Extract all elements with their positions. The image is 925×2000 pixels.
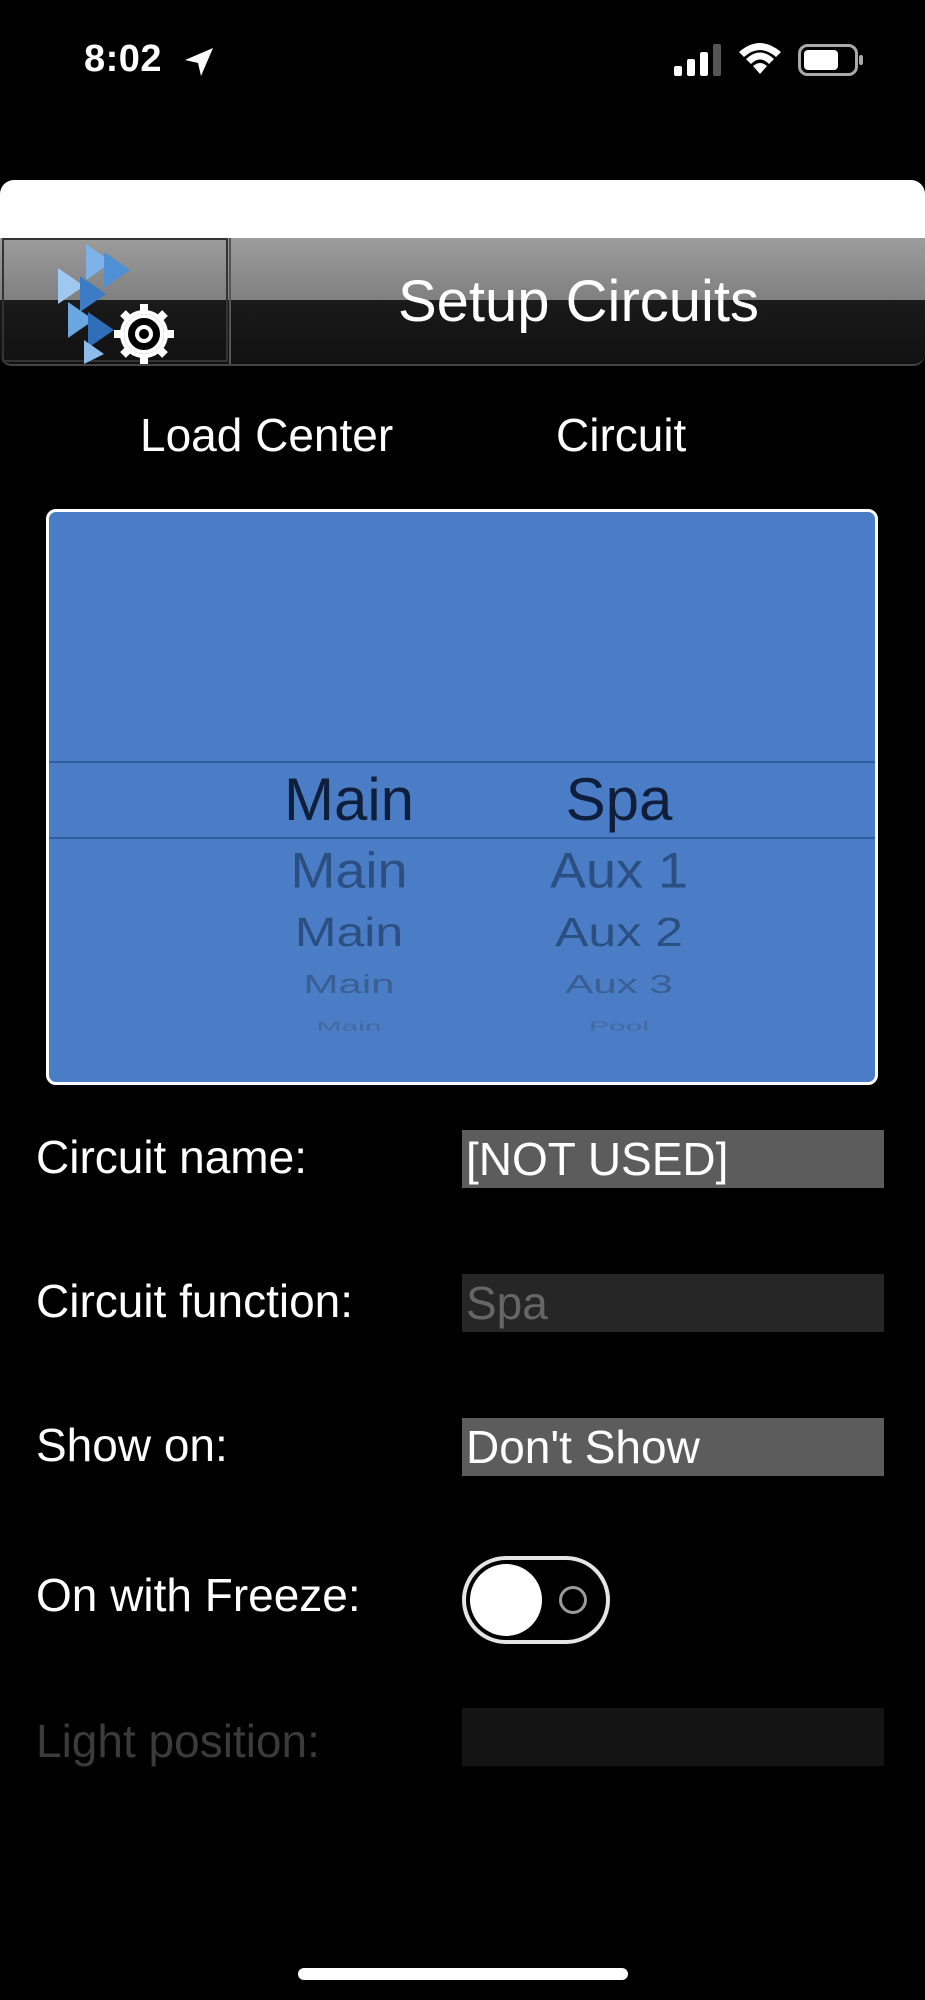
circuit-option: Spa [565,766,673,833]
picker-row[interactable]: Main Aux 1 [49,842,875,899]
circuit-column-header: Circuit [556,409,687,461]
location-arrow-icon [185,48,213,76]
circuit-name-label: Circuit name: [36,1131,307,1183]
status-bar: 8:02 [0,0,925,120]
circuit-option: Aux 3 [565,969,673,999]
toggle-off-indicator-icon [559,1586,587,1614]
circuit-option: Pool [588,1019,650,1034]
load-center-column-header: Load Center [140,409,394,461]
picker-row[interactable]: Main Aux 3 [49,969,875,1006]
circuit-picker[interactable]: Main Spa Main Aux 1 Main Aux 2 Main Aux … [46,509,878,1085]
circuit-function-label: Circuit function: [36,1275,354,1327]
status-time: 8:02 [84,38,163,80]
show-on-label: Show on: [36,1419,228,1471]
header-top-strip [0,180,925,238]
load-center-option: Main [303,969,395,999]
circuit-function-field: Spa [462,1274,884,1332]
picker-row-selected[interactable]: Main Spa [49,765,875,833]
load-center-option: Main [290,843,408,899]
circuit-name-field[interactable]: [NOT USED] [462,1130,884,1188]
load-center-option: Main [283,766,415,833]
nav-bar: Setup Circuits [0,238,925,366]
picker-row[interactable]: Main Aux 2 [49,908,875,957]
circuit-option: Aux 2 [555,909,683,956]
toggle-knob [470,1564,542,1636]
circuit-option: Aux 1 [549,843,689,899]
load-center-option: Main [316,1019,382,1034]
on-with-freeze-toggle[interactable] [462,1556,610,1644]
home-indicator[interactable] [298,1968,628,1980]
app-logo-settings-gear-icon [58,244,174,364]
picker-row[interactable]: Main Pool [49,1019,875,1044]
load-center-option: Main [294,909,404,956]
page-title: Setup Circuits [397,269,760,334]
light-position-field [462,1708,884,1766]
picker-selection-top-line [49,761,875,763]
settings-menu-button[interactable] [2,238,228,364]
on-with-freeze-label: On with Freeze: [36,1569,361,1621]
picker-selection-bottom-line [49,837,875,839]
light-position-label: Light position: [36,1715,320,1767]
cellular-signal-icon [674,44,721,76]
show-on-field[interactable]: Don't Show [462,1418,884,1476]
battery-icon [798,44,863,76]
nav-divider [229,238,231,364]
wifi-icon [739,43,781,74]
